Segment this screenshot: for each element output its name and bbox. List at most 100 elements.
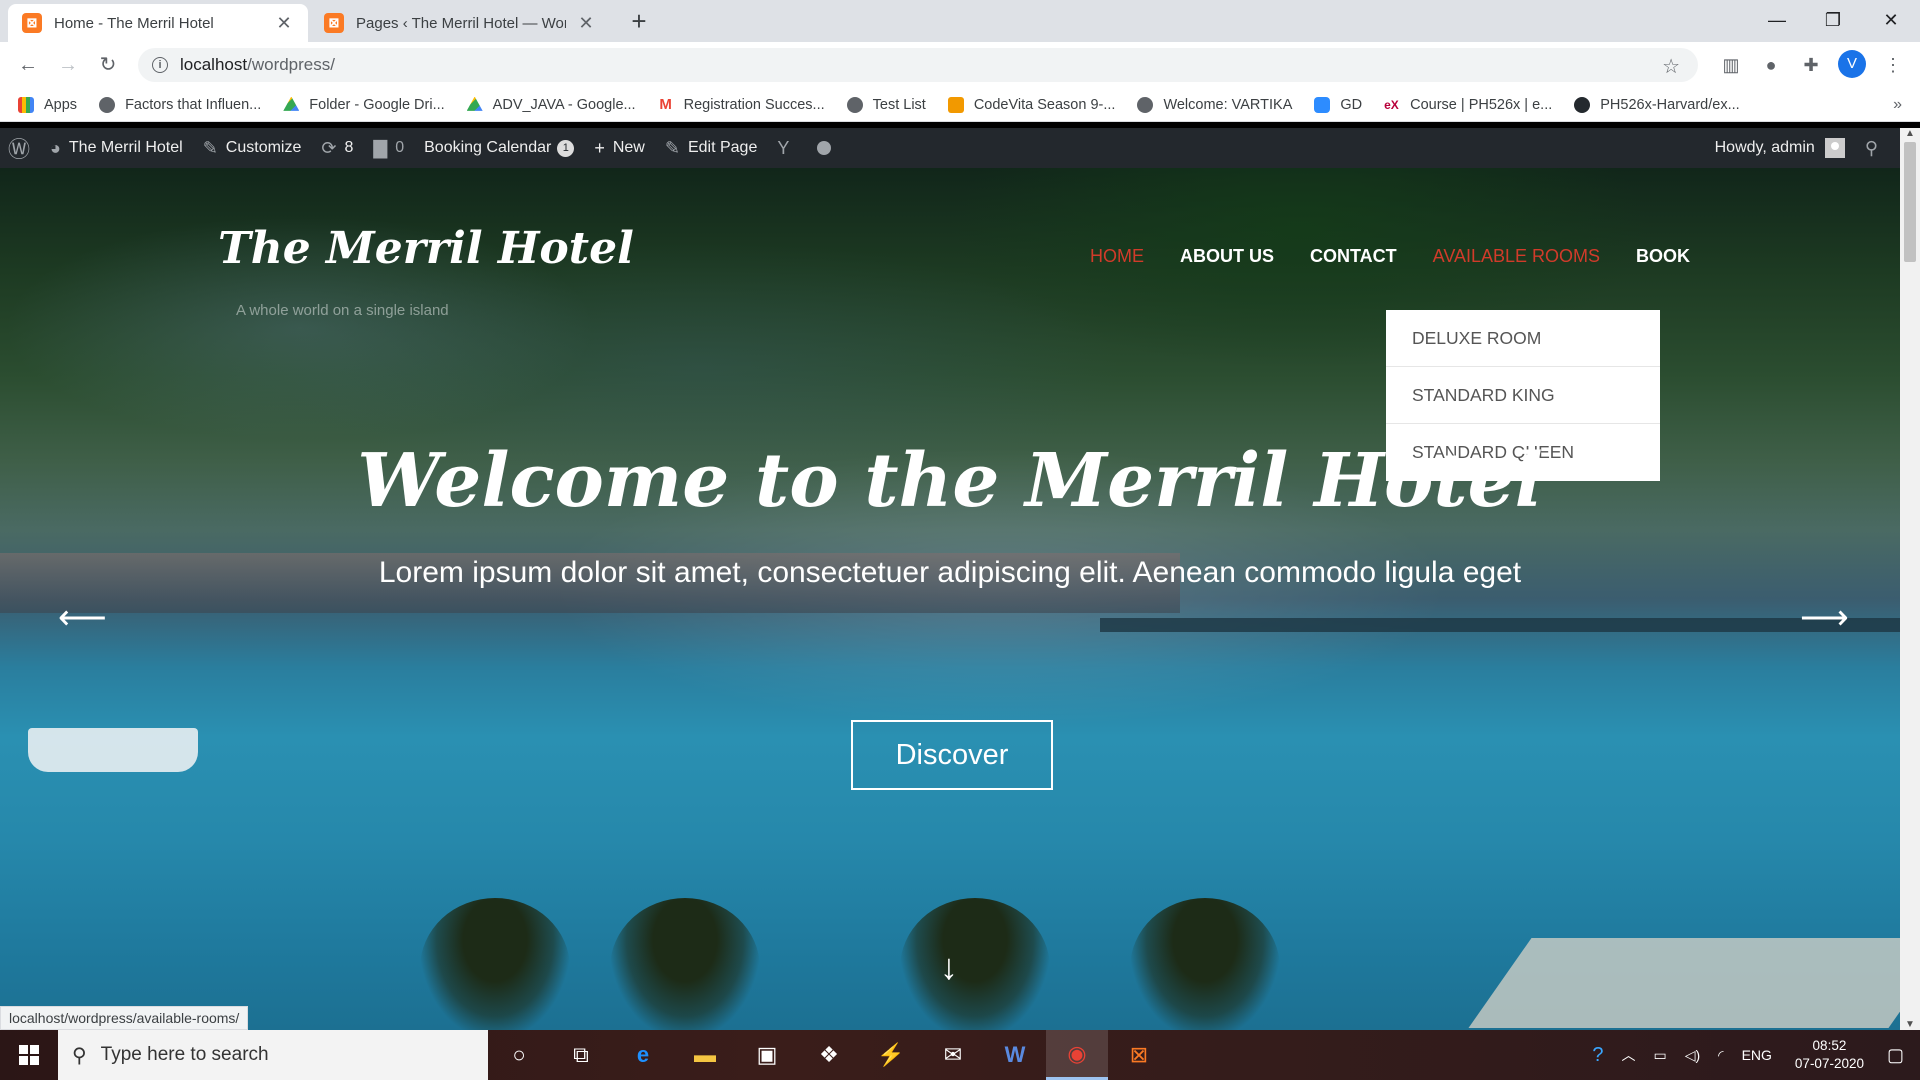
xampp-favicon-icon: ⊠ (324, 13, 344, 33)
minimize-button[interactable]: — (1752, 4, 1802, 36)
site-title[interactable]: The Merril Hotel (218, 223, 634, 274)
profile-avatar[interactable]: V (1838, 50, 1866, 78)
status-bar-url: localhost/wordpress/available-rooms/ (0, 1006, 249, 1030)
close-icon[interactable]: ✕ (274, 13, 294, 34)
bookmark-apps[interactable]: Apps (18, 96, 77, 113)
dropdown-item-standard-king[interactable]: STANDARD KING (1386, 367, 1660, 424)
drive-icon (283, 96, 300, 111)
menu-kebab-icon[interactable]: ⋮ (1880, 52, 1906, 78)
task-view-icon[interactable]: ⧉ (550, 1030, 612, 1080)
scroll-down-caret-icon[interactable]: ▼ (1900, 1019, 1920, 1030)
scroll-up-arrow-icon[interactable]: ▲ (1900, 128, 1920, 139)
close-window-button[interactable]: ✕ (1866, 4, 1916, 36)
chrome-icon[interactable]: ◉ (1046, 1030, 1108, 1080)
menu-item-home[interactable]: HOME (1090, 246, 1144, 267)
dropdown-item-deluxe-room[interactable]: DELUXE ROOM (1386, 310, 1660, 367)
visual-studio-icon[interactable]: ⚡ (860, 1030, 922, 1080)
bookmark-label: Factors that Influen... (125, 96, 262, 113)
tray-chevron-icon[interactable]: ︿ (1621, 1045, 1635, 1065)
new-label: New (612, 139, 645, 156)
volume-icon[interactable]: ◁) (1685, 1047, 1700, 1064)
site-name-label: The Merril Hotel (68, 139, 183, 156)
adminbar-account[interactable]: Howdy, admin (1705, 128, 1855, 168)
bookmark-label: Registration Succes... (683, 96, 825, 113)
bookmark-label: GD (1340, 96, 1363, 113)
menu-item-contact[interactable]: CONTACT (1310, 246, 1397, 267)
back-button[interactable]: ← (12, 50, 44, 80)
menu-item-available-rooms[interactable]: AVAILABLE ROOMS (1433, 246, 1600, 267)
page-scrollbar[interactable]: ▲ ▼ (1900, 128, 1920, 1030)
bookmark-item[interactable]: CodeVita Season 9-... (947, 96, 1115, 113)
maximize-button[interactable]: ❐ (1808, 4, 1858, 36)
wifi-icon[interactable]: ◜ (1718, 1047, 1723, 1064)
adminbar-customize[interactable]: ✎ Customize (193, 128, 312, 168)
store-icon[interactable]: ▣ (736, 1030, 798, 1080)
bookmark-item[interactable]: M Registration Succes... (658, 96, 825, 113)
bookmark-item[interactable]: Test List (846, 96, 926, 113)
tab-title: Pages ‹ The Merril Hotel — WordPress (356, 14, 566, 32)
bookmarks-overflow-icon[interactable]: » (1893, 96, 1902, 114)
adminbar-booking-calendar[interactable]: Booking Calendar 1 (414, 128, 584, 168)
clock[interactable]: 08:52 07-07-2020 (1795, 1037, 1864, 1073)
booking-badge: 1 (557, 139, 575, 157)
palm-tree (900, 898, 1050, 1030)
bookmark-item[interactable]: eX Course | PH526x | e... (1384, 97, 1552, 113)
bookmark-item[interactable]: ADV_JAVA - Google... (466, 96, 636, 113)
main-menu: HOME ABOUT US CONTACT AVAILABLE ROOMS BO… (1090, 246, 1690, 267)
help-icon[interactable]: ? (1592, 1044, 1603, 1067)
info-icon[interactable]: i (152, 57, 168, 73)
menu-item-about[interactable]: ABOUT US (1180, 246, 1274, 267)
scroll-down-arrow-icon[interactable]: ↓ (940, 946, 958, 988)
edge-icon[interactable]: e (612, 1030, 674, 1080)
start-button[interactable] (0, 1030, 58, 1080)
site-tagline: A whole world on a single island (236, 302, 449, 319)
globe-icon (99, 96, 116, 113)
reload-button[interactable]: ↻ (92, 50, 124, 80)
notifications-icon[interactable]: ▢ (1887, 1045, 1904, 1066)
close-icon[interactable]: ✕ (576, 13, 596, 34)
bookmark-label: Course | PH526x | e... (1410, 96, 1553, 113)
mail-icon[interactable]: ✉ (922, 1030, 984, 1080)
taskbar-search[interactable]: ⚲ Type here to search (58, 1030, 488, 1080)
seo-status-dot-icon[interactable] (807, 128, 841, 168)
menu-item-book[interactable]: BOOK (1636, 246, 1690, 267)
adminbar-edit-page[interactable]: ✎ Edit Page (655, 128, 767, 168)
bookmark-item[interactable]: Factors that Influen... (99, 96, 262, 113)
extension-circle-icon[interactable]: ● (1758, 52, 1784, 78)
bookmark-star-icon[interactable]: ☆ (1662, 54, 1680, 79)
cortana-icon[interactable]: ○ (488, 1030, 550, 1080)
slider-next-arrow-icon[interactable]: ⟶ (1800, 598, 1849, 638)
bookmark-item[interactable]: GD (1314, 96, 1363, 113)
address-bar[interactable]: i localhost/wordpress/ ☆ (138, 48, 1698, 82)
xampp-icon[interactable]: ⊠ (1108, 1030, 1170, 1080)
adminbar-site-name[interactable]: ◕ The Merril Hotel (40, 128, 193, 168)
adminbar-comments[interactable]: ▇ 0 (363, 128, 414, 168)
bookmark-item[interactable]: Folder - Google Dri... (283, 96, 445, 113)
bookmark-item[interactable]: Welcome: VARTIKA (1137, 96, 1292, 113)
extensions-puzzle-icon[interactable]: ✚ (1798, 52, 1824, 78)
scrollbar-thumb[interactable] (1904, 142, 1916, 262)
word-icon[interactable]: W (984, 1030, 1046, 1080)
new-tab-button[interactable]: + (624, 6, 654, 37)
adminbar-new[interactable]: + New (584, 128, 655, 168)
bookmark-item[interactable]: PH526x-Harvard/ex... (1574, 96, 1740, 113)
discover-button[interactable]: Discover (851, 720, 1053, 790)
forward-button[interactable]: → (52, 50, 84, 80)
howdy-label: Howdy, admin (1714, 139, 1815, 156)
windows-taskbar: ⚲ Type here to search ○ ⧉ e ▬ ▣ ❖ ⚡ ✉ W … (0, 1030, 1920, 1080)
slider-prev-arrow-icon[interactable]: ⟵ (58, 598, 107, 638)
battery-icon[interactable]: ▭ (1653, 1047, 1666, 1064)
analytics-extension-icon[interactable]: ▥ (1718, 52, 1744, 78)
palm-tree (610, 898, 760, 1030)
tab-pages[interactable]: ⊠ Pages ‹ The Merril Hotel — WordPress ✕ (310, 4, 610, 42)
tab-home[interactable]: ⊠ Home - The Merril Hotel ✕ (8, 4, 308, 42)
bookmark-label: Folder - Google Dri... (309, 96, 445, 113)
language-indicator[interactable]: ENG (1742, 1047, 1772, 1063)
file-explorer-icon[interactable]: ▬ (674, 1030, 736, 1080)
xampp-favicon-icon: ⊠ (22, 13, 42, 33)
yoast-icon[interactable]: Y (767, 128, 807, 168)
dropbox-icon[interactable]: ❖ (798, 1030, 860, 1080)
adminbar-updates[interactable]: ⟳ 8 (311, 128, 363, 168)
booking-calendar-label: Booking Calendar (424, 139, 552, 156)
wp-logo-icon[interactable]: Ⓦ (0, 128, 40, 168)
